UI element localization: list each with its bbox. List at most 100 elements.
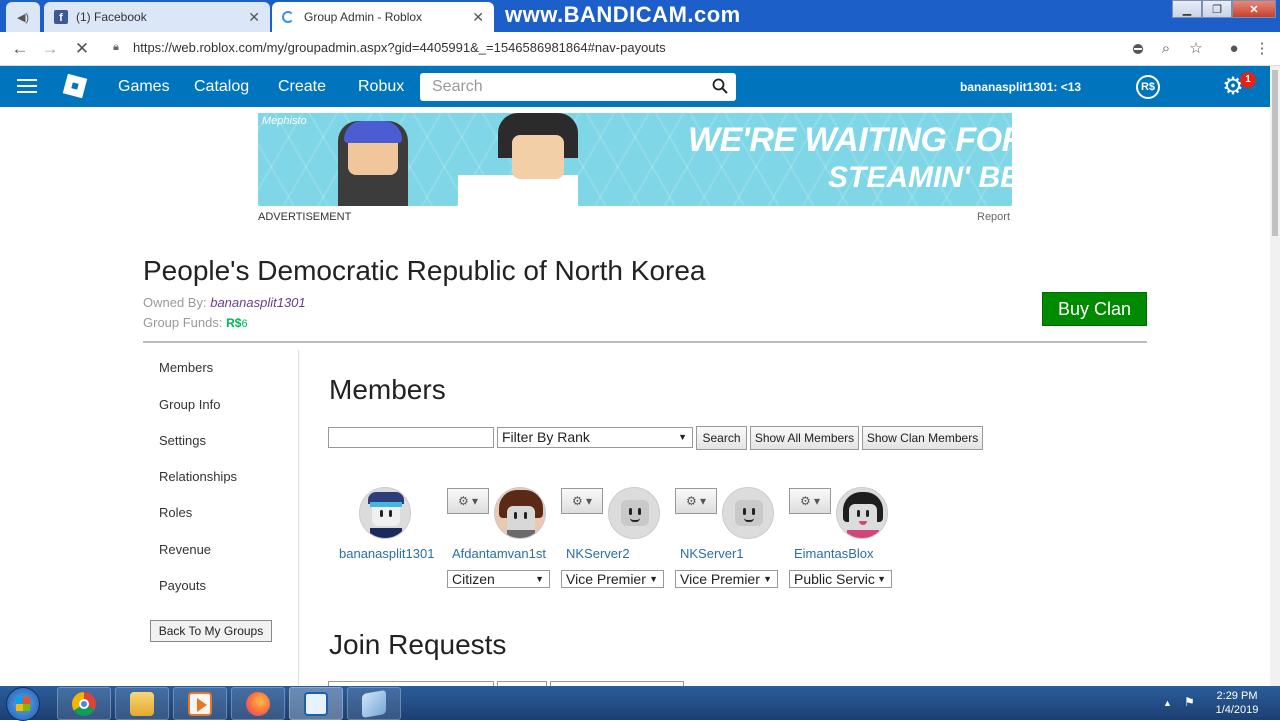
back-to-my-groups-button[interactable]: Back To My Groups xyxy=(150,620,272,642)
audio-icon[interactable]: ◀) xyxy=(6,2,40,32)
taskbar-chrome[interactable] xyxy=(57,687,111,720)
nav-create[interactable]: Create xyxy=(278,78,326,96)
report-ad-link[interactable]: Report xyxy=(977,211,1010,223)
app-icon xyxy=(362,689,386,718)
username-label[interactable]: bananasplit1301: <13 xyxy=(960,80,1081,94)
funds-label: Group Funds: xyxy=(143,315,223,330)
owned-by: Owned By: bananasplit1301 xyxy=(143,295,306,310)
profile-icon[interactable]: ● xyxy=(1224,39,1244,59)
show-clan-members-button[interactable]: Show Clan Members xyxy=(862,426,983,450)
search-icon[interactable] xyxy=(712,78,728,94)
minimize-button[interactable]: ▁ xyxy=(1172,0,1202,18)
window-controls: ▁ ❐ ✕ xyxy=(1172,0,1276,18)
member-card: bananasplit1301 xyxy=(336,486,440,596)
close-window-button[interactable]: ✕ xyxy=(1232,0,1276,18)
funds-amount: 6 xyxy=(241,318,248,330)
ad-brand: Mephisto xyxy=(262,115,307,127)
menu-item-group-info[interactable]: Group Info xyxy=(159,397,220,412)
member-rank-value: Vice Premier xyxy=(566,571,646,587)
windows-taskbar: ▲ ⚑ 2:29 PM 1/4/2019 xyxy=(0,686,1280,721)
owner-link[interactable]: bananasplit1301 xyxy=(210,295,305,310)
avatar[interactable] xyxy=(359,487,411,539)
bookmark-star-icon[interactable]: ☆ xyxy=(1186,39,1206,59)
address-bar: ← → ✕ 🔒︎ https://web.roblox.com/my/group… xyxy=(0,32,1280,66)
scrollbar-thumb[interactable] xyxy=(1272,70,1278,236)
loading-icon xyxy=(282,11,294,23)
member-name-link[interactable]: NKServer2 xyxy=(566,546,630,561)
taskbar-bandicam[interactable] xyxy=(289,687,343,720)
menu-item-members[interactable]: Members xyxy=(159,360,213,375)
buy-clan-button[interactable]: Buy Clan xyxy=(1042,292,1147,326)
show-hidden-icons-icon[interactable]: ▲ xyxy=(1163,698,1172,708)
forward-icon[interactable]: → xyxy=(40,39,60,59)
filter-by-rank-value: Filter By Rank xyxy=(502,429,590,445)
member-options-gear-icon[interactable]: ⚙ ▾ xyxy=(447,488,489,514)
taskbar-explorer[interactable] xyxy=(115,687,169,720)
clock-date: 1/4/2019 xyxy=(1215,704,1259,716)
menu-item-revenue[interactable]: Revenue xyxy=(159,542,211,557)
menu-dots-icon[interactable]: ⋮ xyxy=(1252,39,1272,59)
lock-icon[interactable]: 🔒︎ xyxy=(113,41,119,54)
taskbar-app[interactable] xyxy=(347,687,401,720)
dropdown-arrow-icon: ▼ xyxy=(678,432,687,442)
avatar[interactable] xyxy=(836,487,888,539)
clock-time: 2:29 PM xyxy=(1216,690,1258,702)
member-search-button[interactable]: Search xyxy=(696,426,747,450)
robux-icon[interactable]: R$ xyxy=(1136,75,1160,99)
url-field[interactable]: https://web.roblox.com/my/groupadmin.asp… xyxy=(133,40,666,55)
bandicam-icon xyxy=(304,691,328,716)
member-options-gear-icon[interactable]: ⚙ ▾ xyxy=(561,488,603,514)
close-tab-icon[interactable]: ✕ xyxy=(472,9,484,26)
member-card: ⚙ ▾ NKServer1 Vice Premier ▼ xyxy=(675,486,779,596)
dropdown-arrow-icon: ▼ xyxy=(535,574,544,584)
media-player-icon xyxy=(188,691,212,716)
menu-item-roles[interactable]: Roles xyxy=(159,505,192,520)
member-name-link[interactable]: bananasplit1301 xyxy=(339,546,434,561)
restore-button[interactable]: ❐ xyxy=(1202,0,1232,18)
blocked-popup-icon[interactable]: ⛔︎ xyxy=(1128,39,1148,59)
ad-subline: STEAMIN' BEANS xyxy=(828,161,1012,194)
taskbar-firefox[interactable] xyxy=(231,687,285,720)
member-rank-select[interactable]: Public Servic ▼ xyxy=(789,570,892,588)
member-rank-select[interactable]: Vice Premier ▼ xyxy=(561,570,664,588)
system-clock[interactable]: 2:29 PM 1/4/2019 xyxy=(1213,689,1261,717)
tab-group-admin[interactable]: Group Admin - Roblox ✕ xyxy=(272,2,494,32)
search-input[interactable] xyxy=(420,73,690,101)
nav-catalog[interactable]: Catalog xyxy=(194,78,249,96)
avatar[interactable] xyxy=(494,487,546,539)
start-button[interactable] xyxy=(6,687,40,721)
nav-games[interactable]: Games xyxy=(118,78,170,96)
ad-character xyxy=(458,113,578,206)
member-name-link[interactable]: NKServer1 xyxy=(680,546,744,561)
dropdown-arrow-icon: ▼ xyxy=(763,574,772,584)
show-all-members-button[interactable]: Show All Members xyxy=(750,426,859,450)
zoom-icon[interactable]: ⌕ xyxy=(1156,39,1176,59)
hamburger-menu-icon[interactable] xyxy=(17,79,37,93)
action-center-flag-icon[interactable]: ⚑ xyxy=(1184,695,1200,711)
member-search-input[interactable] xyxy=(328,427,494,448)
member-options-gear-icon[interactable]: ⚙ ▾ xyxy=(789,488,831,514)
avatar[interactable] xyxy=(608,487,660,539)
member-rank-select[interactable]: Vice Premier ▼ xyxy=(675,570,778,588)
back-icon[interactable]: ← xyxy=(10,39,30,59)
stop-loading-icon[interactable]: ✕ xyxy=(72,39,92,59)
tab-facebook[interactable]: f (1) Facebook ✕ xyxy=(44,2,270,32)
advertisement-label: ADVERTISEMENT xyxy=(258,211,352,223)
member-name-link[interactable]: EimantasBlox xyxy=(794,546,873,561)
ad-headline: WE'RE WAITING FOR YOU! xyxy=(688,121,1012,159)
ad-banner[interactable]: Mephisto WE'RE WAITING FOR YOU! STEAMIN'… xyxy=(258,113,1012,206)
member-rank-value: Public Servic xyxy=(794,571,875,587)
taskbar-media-player[interactable] xyxy=(173,687,227,720)
menu-item-relationships[interactable]: Relationships xyxy=(159,469,237,484)
avatar[interactable] xyxy=(722,487,774,539)
member-name-link[interactable]: Afdantamvan1st xyxy=(452,546,546,561)
menu-item-payouts[interactable]: Payouts xyxy=(159,578,206,593)
nav-robux[interactable]: Robux xyxy=(358,78,404,96)
menu-item-settings[interactable]: Settings xyxy=(159,433,206,448)
filter-by-rank-select[interactable]: Filter By Rank ▼ xyxy=(497,427,693,448)
roblox-logo[interactable] xyxy=(62,73,88,99)
tab-title: Group Admin - Roblox xyxy=(304,10,423,24)
member-options-gear-icon[interactable]: ⚙ ▾ xyxy=(675,488,717,514)
member-rank-select[interactable]: Citizen ▼ xyxy=(447,570,550,588)
close-tab-icon[interactable]: ✕ xyxy=(248,9,260,26)
